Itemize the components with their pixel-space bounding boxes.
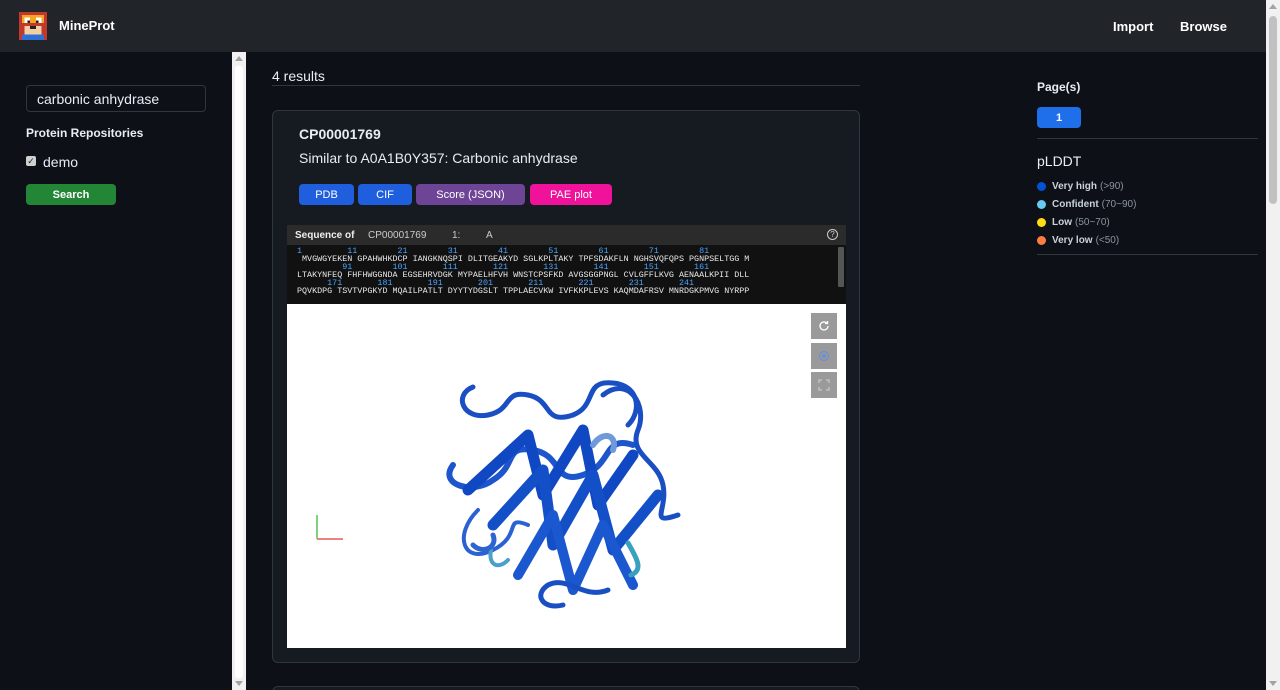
page-scrollbar-thumb[interactable] (1269, 16, 1277, 204)
sequence-line-3[interactable]: PQVKDPG TSVTVPGKYD MQAILPATLT DYYTYDGSLT… (297, 286, 749, 296)
score-json-button[interactable]: Score (JSON) (416, 184, 525, 205)
fullscreen-icon (818, 379, 830, 391)
pae-plot-button[interactable]: PAE plot (530, 184, 612, 205)
plddt-heading: pLDDT (1037, 153, 1082, 169)
confident-dot-icon (1037, 200, 1046, 209)
structure-viewer[interactable]: Sequence of CP00001769 1: A ? 1 11 21 31… (287, 225, 846, 648)
mineprot-logo-icon[interactable] (18, 12, 48, 40)
legend-range: (<50) (1095, 235, 1120, 246)
low-dot-icon (1037, 218, 1046, 227)
repo-demo-label[interactable]: demo (43, 154, 78, 170)
sequence-text[interactable]: 1 11 21 31 41 51 61 71 81 MVGWGYEKEN GPA… (297, 247, 835, 303)
nav-import-link[interactable]: Import (1113, 19, 1153, 34)
legend-name: Very high (1052, 181, 1098, 192)
legend-very-high: Very high (>90) (1037, 181, 1124, 192)
results-count: 4 results (272, 68, 325, 84)
sidebar-scroll-down-icon[interactable] (235, 681, 243, 686)
legend-range: (50~70) (1075, 217, 1110, 228)
protein-id[interactable]: CP00001769 (299, 126, 381, 142)
search-input[interactable] (26, 85, 206, 112)
sidebar-scrollbar-thumb[interactable] (235, 66, 243, 678)
legend-low: Low (50~70) (1037, 217, 1110, 228)
left-sidebar (0, 52, 232, 690)
top-navbar: MineProt Import Browse (0, 0, 1266, 52)
sequence-header: Sequence of CP00001769 1: A ? (287, 225, 846, 245)
legend-very-low: Very low (<50) (1037, 235, 1119, 246)
scroll-down-arrow-icon[interactable] (1269, 681, 1277, 686)
right-divider-top (1037, 138, 1258, 139)
reset-view-button[interactable] (811, 313, 837, 339)
results-divider (272, 85, 860, 86)
scroll-up-arrow-icon[interactable] (1269, 4, 1277, 9)
cif-button[interactable]: CIF (358, 184, 412, 205)
legend-confident: Confident (70~90) (1037, 199, 1136, 210)
repositories-heading: Protein Repositories (26, 126, 144, 140)
page-scrollbar[interactable] (1266, 0, 1280, 690)
focus-icon (818, 350, 830, 362)
focus-button[interactable] (811, 343, 837, 369)
sequence-scrollbar[interactable] (838, 247, 844, 287)
very-high-dot-icon (1037, 182, 1046, 191)
legend-name: Low (1052, 217, 1072, 228)
repo-demo-checkbox[interactable]: ✓ (26, 156, 36, 166)
help-icon[interactable]: ? (827, 229, 838, 240)
very-low-dot-icon (1037, 236, 1046, 245)
reset-icon (819, 321, 829, 331)
sequence-panel: Sequence of CP00001769 1: A ? 1 11 21 31… (287, 225, 846, 304)
page-1-button[interactable]: 1 (1037, 107, 1081, 128)
sequence-label: Sequence of (295, 229, 355, 241)
protein-description: Similar to A0A1B0Y357: Carbonic anhydras… (299, 150, 578, 166)
protein-structure-image[interactable] (433, 375, 701, 613)
sidebar-scrollbar[interactable] (232, 52, 246, 690)
legend-range: (>90) (1100, 181, 1124, 192)
sidebar-scroll-up-icon[interactable] (235, 56, 243, 61)
right-divider-bottom (1037, 254, 1258, 255)
nav-browse-link[interactable]: Browse (1180, 19, 1227, 34)
pages-heading: Page(s) (1037, 80, 1081, 94)
result-card: CP00001769 Similar to A0A1B0Y357: Carbon… (272, 110, 860, 663)
legend-name: Confident (1052, 199, 1099, 210)
result-card-next (272, 686, 860, 690)
legend-range: (70~90) (1101, 199, 1137, 210)
brand-name[interactable]: MineProt (59, 18, 115, 33)
sequence-entry-select[interactable]: CP00001769 (368, 230, 426, 241)
pdb-button[interactable]: PDB (299, 184, 354, 205)
legend-name: Very low (1052, 235, 1093, 246)
orientation-axes-icon (316, 515, 343, 540)
search-button[interactable]: Search (26, 184, 116, 205)
sequence-chain-select[interactable]: A (486, 230, 493, 241)
fullscreen-button[interactable] (811, 372, 837, 398)
sequence-model-select[interactable]: 1: (452, 230, 460, 241)
